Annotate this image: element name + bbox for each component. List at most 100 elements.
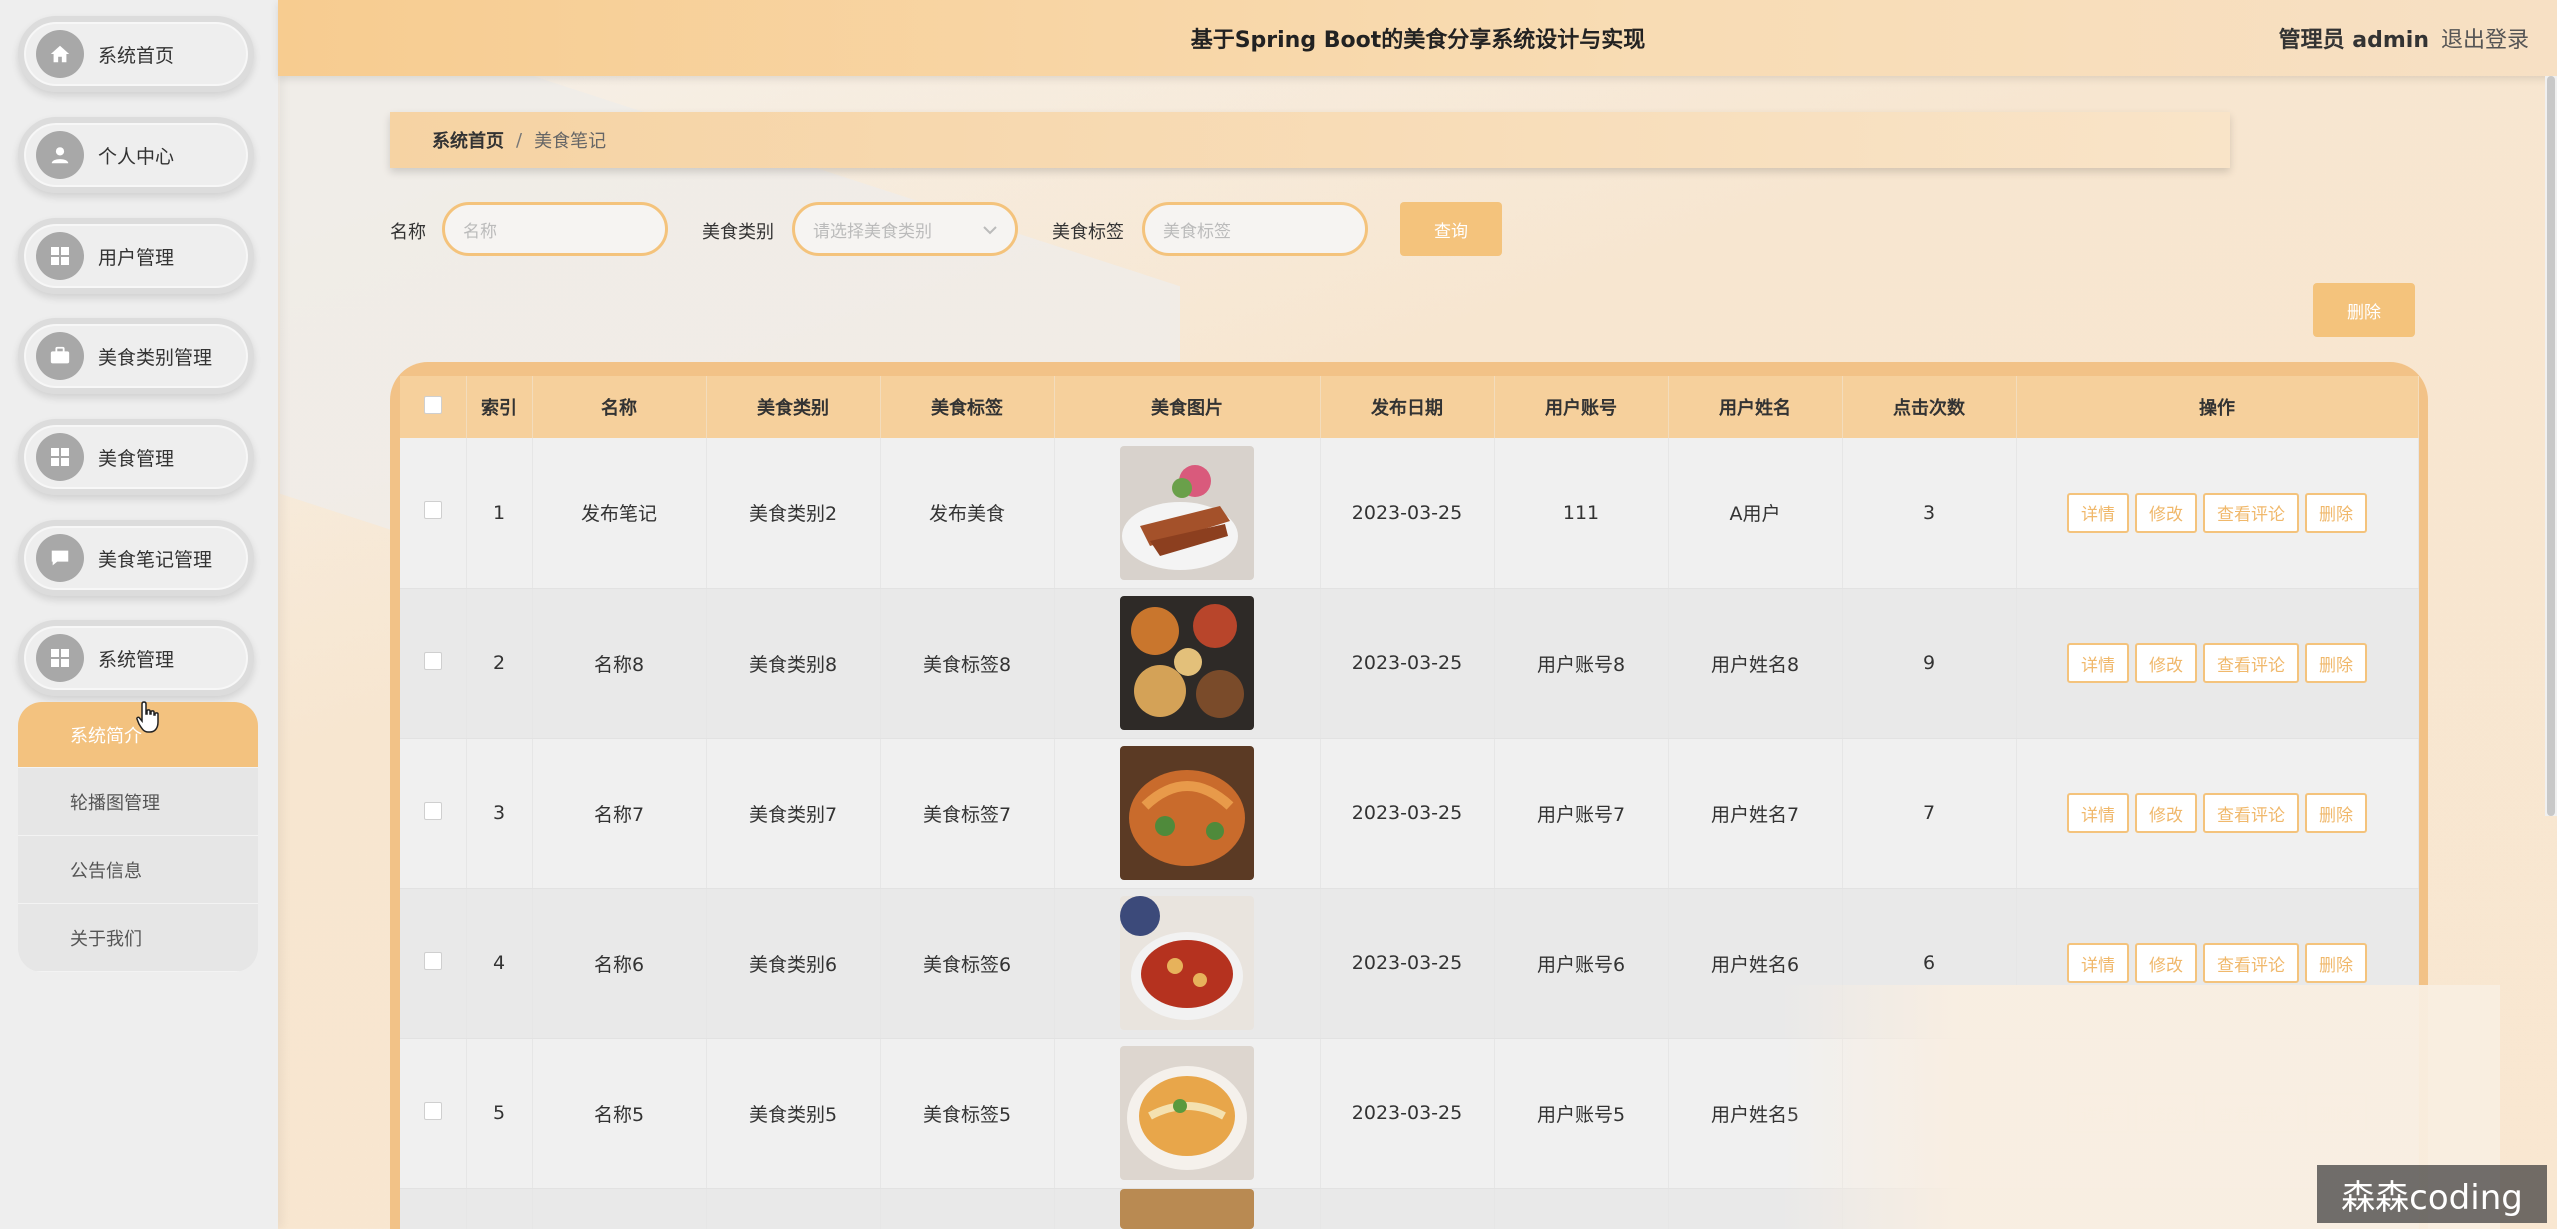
sidebar-item-food-notes-management[interactable]: 美食笔记管理: [18, 520, 254, 596]
sidebar-item-food-management[interactable]: 美食管理: [18, 419, 254, 495]
column-header: 美食类别: [706, 376, 881, 438]
row-select-cell[interactable]: [400, 738, 467, 889]
food-image: [1120, 445, 1254, 580]
table-row: 3 名称7 美食类别7 美食标签7 2023-03-25 用户账号7 用户姓名7…: [400, 738, 2419, 889]
category-cell: 美食类别6: [706, 888, 881, 1039]
tag-cell: 美食标签6: [880, 888, 1055, 1039]
column-header: 发布日期: [1320, 376, 1495, 438]
edit-button[interactable]: 修改: [2135, 793, 2197, 833]
delete-button[interactable]: 删除: [2305, 793, 2367, 833]
submenu-item-about-us[interactable]: 关于我们: [18, 904, 258, 972]
edit-button[interactable]: 修改: [2135, 492, 2197, 533]
row-checkbox[interactable]: [423, 951, 442, 970]
image-cell: [1054, 588, 1321, 739]
delete-button[interactable]: 删除: [2305, 943, 2367, 983]
sidebar-item-personal-center[interactable]: 个人中心: [18, 117, 254, 193]
column-header: 用户账号: [1494, 376, 1669, 438]
row-select-cell[interactable]: [400, 588, 467, 739]
row-select-cell[interactable]: [400, 1038, 467, 1189]
view-comments-button[interactable]: 查看评论: [2203, 793, 2299, 833]
chat-icon: [36, 534, 84, 582]
image-cell: [1054, 438, 1321, 589]
sidebar-item-label: 个人中心: [98, 145, 175, 168]
sidebar-item-label: 美食管理: [98, 447, 175, 470]
index-cell: 5: [466, 1038, 533, 1189]
detail-button[interactable]: 详情: [2067, 643, 2129, 683]
actions-cell: 详情 修改 查看评论 删除: [2016, 738, 2419, 889]
account-cell: 111: [1494, 438, 1669, 589]
submenu-item-carousel-management[interactable]: 轮播图管理: [18, 768, 258, 836]
table-row: 2 名称8 美食类别8 美食标签8 2023-03-25 用户账号8 用户姓名8…: [400, 588, 2419, 739]
grid-icon: [36, 232, 84, 280]
hand-cursor-icon: [136, 700, 162, 742]
username-cell: 用户姓名7: [1668, 738, 1843, 889]
logout-link[interactable]: 退出登录: [2441, 22, 2529, 54]
page-scrollbar[interactable]: [2545, 76, 2557, 816]
category-select[interactable]: 请选择美食类别: [792, 202, 1018, 256]
sidebar-item-user-management[interactable]: 用户管理: [18, 218, 254, 294]
select-all-checkbox[interactable]: [423, 395, 442, 414]
image-cell: [1054, 738, 1321, 889]
sidebar-item-label: 美食类别管理: [98, 346, 213, 369]
batch-delete-button[interactable]: 删除: [2313, 283, 2415, 337]
sidebar-item-system-management[interactable]: 系统管理: [18, 620, 254, 696]
breadcrumb: 系统首页 / 美食笔记: [390, 112, 2230, 168]
submenu-item-announcements[interactable]: 公告信息: [18, 836, 258, 904]
index-cell: 3: [466, 738, 533, 889]
view-comments-button[interactable]: 查看评论: [2203, 492, 2299, 533]
column-header: 操作: [2016, 376, 2419, 438]
food-image: [1120, 1188, 1254, 1229]
system-management-submenu: 系统简介 轮播图管理 公告信息 关于我们: [18, 702, 258, 972]
select-all-cell[interactable]: [400, 376, 467, 438]
column-header: 名称: [532, 376, 707, 438]
row-checkbox[interactable]: [423, 501, 442, 520]
account-cell: [1494, 1188, 1669, 1229]
query-button[interactable]: 查询: [1400, 202, 1502, 256]
sidebar-item-food-category-management[interactable]: 美食类别管理: [18, 318, 254, 394]
account-cell: 用户账号8: [1494, 588, 1669, 739]
delete-button[interactable]: 删除: [2305, 492, 2367, 533]
tag-cell: 美食标签8: [880, 588, 1055, 739]
delete-button[interactable]: 删除: [2305, 643, 2367, 683]
category-cell: 美食类别7: [706, 738, 881, 889]
row-select-cell[interactable]: [400, 888, 467, 1039]
scrollbar-thumb[interactable]: [2547, 76, 2555, 816]
home-icon: [36, 30, 84, 78]
edit-button[interactable]: 修改: [2135, 943, 2197, 983]
edit-button[interactable]: 修改: [2135, 643, 2197, 683]
date-cell: 2023-03-25: [1320, 888, 1495, 1039]
name-cell: 名称8: [532, 588, 707, 739]
food-image: [1120, 896, 1254, 1030]
sidebar: 系统首页 个人中心 用户管理 美食类别管理 美食管理 美食笔记管理 系统管理 系…: [0, 0, 278, 1229]
row-checkbox[interactable]: [423, 651, 442, 670]
category-label: 美食类别: [702, 222, 774, 243]
breadcrumb-home[interactable]: 系统首页: [432, 127, 504, 153]
date-cell: 2023-03-25: [1320, 588, 1495, 739]
detail-button[interactable]: 详情: [2067, 793, 2129, 833]
sidebar-item-home[interactable]: 系统首页: [18, 16, 254, 92]
table-row: 1 发布笔记 美食类别2 发布美食 2023-03-25 111 A用户 3 详…: [400, 438, 2419, 589]
tag-label: 美食标签: [1052, 222, 1124, 243]
row-checkbox[interactable]: [423, 1101, 442, 1120]
name-cell: 名称6: [532, 888, 707, 1039]
sidebar-item-label: 系统管理: [98, 648, 175, 671]
detail-button[interactable]: 详情: [2067, 492, 2129, 533]
row-select-cell[interactable]: [400, 438, 467, 589]
image-cell: [1054, 1038, 1321, 1189]
tag-input[interactable]: 美食标签: [1142, 202, 1368, 256]
row-checkbox[interactable]: [423, 801, 442, 820]
account-cell: 用户账号5: [1494, 1038, 1669, 1189]
name-cell: 发布笔记: [532, 438, 707, 589]
tag-cell: 美食标签5: [880, 1038, 1055, 1189]
food-image: [1120, 596, 1254, 730]
view-comments-button[interactable]: 查看评论: [2203, 643, 2299, 683]
category-cell: 美食类别8: [706, 588, 881, 739]
column-header: 索引: [466, 376, 533, 438]
view-comments-button[interactable]: 查看评论: [2203, 943, 2299, 983]
name-input[interactable]: 名称: [442, 202, 668, 256]
watermark: 森森coding: [2317, 1165, 2547, 1223]
tag-cell: 发布美食: [880, 438, 1055, 589]
index-cell: [466, 1188, 533, 1229]
top-header: 基于Spring Boot的美食分享系统设计与实现 管理员 admin 退出登录: [278, 0, 2557, 76]
detail-button[interactable]: 详情: [2067, 943, 2129, 983]
